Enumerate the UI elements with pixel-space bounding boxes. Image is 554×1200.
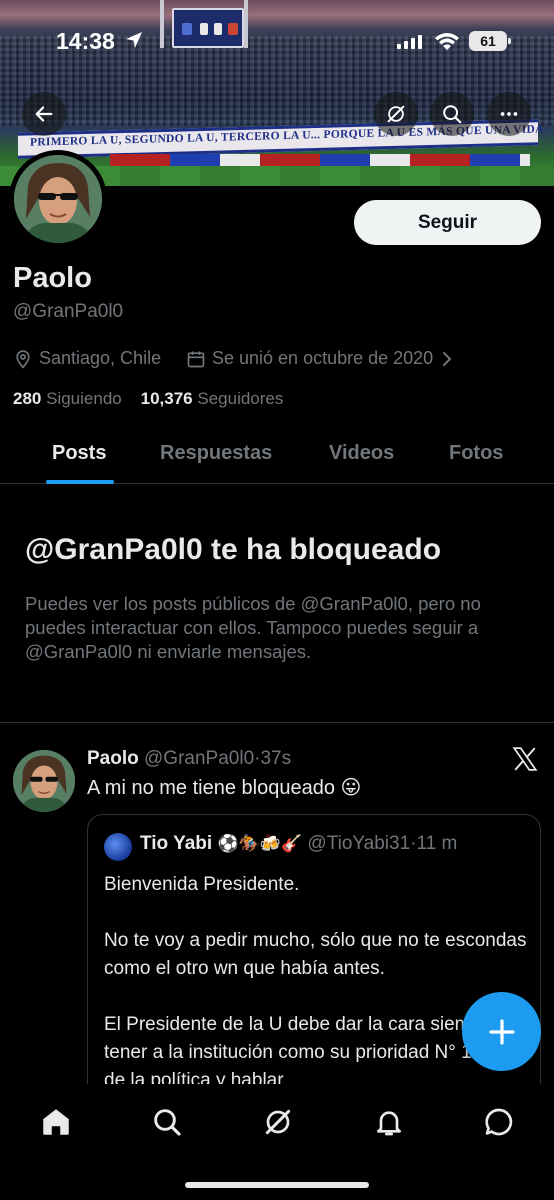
search-icon xyxy=(154,1109,181,1136)
quote-avatar xyxy=(104,833,132,861)
more-icon xyxy=(500,112,518,116)
avatar-photo xyxy=(14,155,102,243)
followers-link[interactable]: 10,376 Seguidores xyxy=(141,389,284,408)
post-time: 37s xyxy=(260,748,292,769)
tab-fotos[interactable]: Fotos xyxy=(449,442,503,465)
tab-videos[interactable]: Videos xyxy=(329,442,394,465)
location-pin-icon xyxy=(16,349,30,369)
joined-text: Se unió en octubre de 2020 xyxy=(212,348,434,368)
search-button[interactable] xyxy=(430,92,474,136)
x-logo-icon xyxy=(512,747,538,771)
stadium-adboards xyxy=(110,154,530,166)
battery-indicator: 61 xyxy=(469,31,511,51)
messages-icon xyxy=(485,1108,513,1136)
wifi-icon xyxy=(435,33,459,50)
back-button[interactable] xyxy=(22,92,66,136)
chevron-right-icon[interactable] xyxy=(439,350,455,368)
home-icon xyxy=(43,1109,69,1135)
arrow-left-icon xyxy=(35,106,53,122)
quote-paragraph: No te voy a pedir mucho, sólo que no te … xyxy=(104,930,527,979)
nav-search[interactable] xyxy=(147,1102,187,1142)
tab-respuestas[interactable]: Respuestas xyxy=(160,442,272,465)
quote-time: 11 m xyxy=(416,833,458,854)
quote-author-emojis: ⚽🏇🍻🎸 xyxy=(217,834,303,854)
following-count: 280 xyxy=(13,389,42,408)
post-handle[interactable]: @GranPa0l0 xyxy=(144,748,254,769)
nav-messages[interactable] xyxy=(479,1102,519,1142)
following-link[interactable]: 280 Siguiendo xyxy=(13,389,122,408)
profile-location: Santiago, Chile xyxy=(13,348,161,369)
grok-button[interactable] xyxy=(374,92,418,136)
profile-tabs: Posts Respuestas Videos Fotos xyxy=(0,430,554,484)
profile-handle: @GranPa0l0 xyxy=(13,301,124,322)
quote-header: Tio Yabi ⚽🏇🍻🎸 @TioYabi31·11 m xyxy=(140,833,457,855)
quote-paragraph: Bienvenida Presidente. xyxy=(104,874,300,895)
blocked-text: Puedes ver los posts públicos de @GranPa… xyxy=(25,593,481,662)
search-icon xyxy=(443,105,462,124)
post-author[interactable]: Paolo xyxy=(87,748,139,769)
profile-name: Paolo xyxy=(13,262,92,294)
location-text: Santiago, Chile xyxy=(39,348,162,368)
quote-author: Tio Yabi xyxy=(140,833,213,854)
quote-handle: @TioYabi31 xyxy=(307,833,411,854)
nav-grok[interactable] xyxy=(258,1102,298,1142)
post-header: Paolo @GranPa0l0·37s xyxy=(87,748,291,770)
tab-posts[interactable]: Posts xyxy=(52,442,106,465)
followers-count: 10,376 xyxy=(140,389,193,408)
post-text: A mi no me tiene bloqueado 😛 xyxy=(87,777,362,799)
following-label: Siguiendo xyxy=(46,389,122,408)
blocked-title: @GranPa0l0 te ha bloqueado xyxy=(25,533,442,566)
bell-icon xyxy=(377,1111,401,1136)
location-arrow-icon xyxy=(126,32,142,48)
post-avatar[interactable] xyxy=(13,750,75,812)
home-indicator xyxy=(185,1182,369,1188)
plus-icon xyxy=(488,1018,515,1045)
profile-joined: Se unió en octubre de 2020 xyxy=(186,348,455,369)
active-tab-indicator xyxy=(46,480,114,484)
grok-icon xyxy=(265,1109,291,1135)
divider xyxy=(0,722,554,723)
status-time: 14:38 xyxy=(56,28,115,54)
profile-avatar[interactable] xyxy=(14,155,102,243)
follow-button[interactable]: Seguir xyxy=(354,200,541,245)
calendar-icon xyxy=(187,351,205,367)
nav-notifications[interactable] xyxy=(369,1102,409,1142)
quoted-post[interactable]: Tio Yabi ⚽🏇🍻🎸 @TioYabi31·11 m Bienvenida… xyxy=(87,814,541,1114)
quote-body: Bienvenida Presidente. No te voy a pedir… xyxy=(104,871,534,1113)
avatar-photo xyxy=(13,750,75,812)
follow-counts: 280 Siguiendo 10,376 Seguidores xyxy=(13,389,283,409)
compose-button[interactable] xyxy=(462,992,541,1071)
more-button[interactable] xyxy=(487,92,531,136)
followers-label: Seguidores xyxy=(197,389,284,408)
grok-icon xyxy=(387,105,405,123)
status-bar: 14:38 61 xyxy=(0,0,554,80)
cellular-signal-icon xyxy=(397,35,422,49)
nav-home[interactable] xyxy=(36,1102,76,1142)
